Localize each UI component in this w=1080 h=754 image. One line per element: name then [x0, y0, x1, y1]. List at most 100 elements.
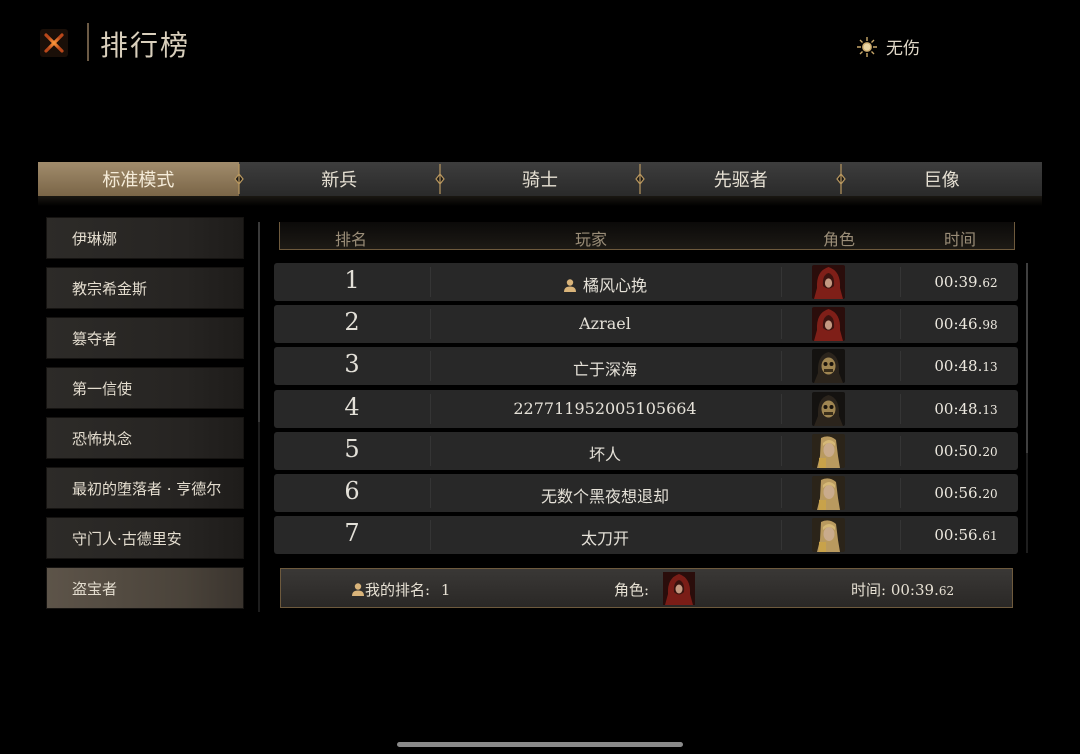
- time-ms: 20: [982, 444, 998, 459]
- tab-label: 先驱者: [713, 170, 768, 191]
- user-icon: [563, 279, 576, 292]
- my-role-label: 角色:: [614, 581, 650, 599]
- boss-list: 伊琳娜 教宗希金斯 篡夺者 第一信使 恐怖执念 最初的堕落者 · 亨德尔 守门人…: [46, 217, 244, 617]
- table-scrollbar-thumb[interactable]: [1026, 263, 1028, 453]
- tab-separator-ornament: [234, 164, 244, 194]
- time-cell: 00:48.13: [904, 400, 1028, 418]
- boss-item-first-fallen-handel[interactable]: 最初的堕落者 · 亨德尔: [46, 467, 244, 509]
- header-role: 角色: [823, 230, 856, 249]
- rank-number: 5: [344, 434, 360, 463]
- boss-item-pope-higgins[interactable]: 教宗希金斯: [46, 267, 244, 309]
- player-name: 坏人: [588, 444, 621, 464]
- column-divider: [900, 520, 901, 551]
- boss-item-label: 最初的堕落者 · 亨德尔: [72, 479, 222, 498]
- time-cell: 00:50.20: [904, 442, 1028, 460]
- player-name-cell: 亡于深海: [430, 356, 780, 380]
- blonde-portrait-icon: [812, 475, 845, 510]
- column-divider: [781, 393, 782, 424]
- boss-item-irina[interactable]: 伊琳娜: [46, 217, 244, 259]
- close-button[interactable]: [37, 26, 71, 60]
- tab-label: 巨像: [923, 170, 960, 191]
- column-divider: [900, 267, 901, 297]
- my-rank-bar: 我的排名: 1 角色: 时间: 00:39.62: [280, 568, 1013, 608]
- sidebar-scrollbar-thumb[interactable]: [258, 222, 260, 422]
- tab-label: 骑士: [521, 170, 558, 191]
- column-divider: [900, 477, 901, 508]
- my-time-main: 00:39.: [890, 581, 939, 599]
- time-main: 00:39.: [934, 273, 983, 291]
- column-divider: [781, 435, 782, 466]
- column-divider: [900, 351, 901, 382]
- page-title: 排行榜: [100, 29, 191, 62]
- rank-number: 7: [344, 519, 360, 548]
- time-cell: 00:56.20: [904, 484, 1028, 502]
- close-icon: [40, 29, 68, 57]
- mode-label: 无伤: [886, 39, 920, 59]
- tab-recruit[interactable]: 新兵: [239, 162, 445, 196]
- leaderboard-rows: 1 橘风心挽 00:39.62 2 Azrael 00:46.98 3 亡于深海 00:48.1…: [274, 263, 1018, 558]
- boss-item-gatekeeper-guderian[interactable]: 守门人·古德里安: [46, 517, 244, 559]
- time-main: 00:50.: [934, 441, 983, 460]
- tab-standard[interactable]: 标准模式: [38, 162, 244, 196]
- leaderboard-row[interactable]: 3 亡于深海 00:48.13: [274, 347, 1018, 386]
- player-name: 太刀开: [580, 529, 629, 549]
- leaderboard-row[interactable]: 5 坏人 00:50.20: [274, 431, 1018, 470]
- tab-separator-ornament: [434, 164, 445, 194]
- home-indicator[interactable]: [397, 742, 683, 747]
- time-main: 00:56.: [934, 526, 983, 545]
- tab-pioneer[interactable]: 先驱者: [640, 162, 846, 196]
- mode-toggle[interactable]: 无伤: [856, 34, 920, 59]
- time-main: 00:56.: [934, 483, 983, 502]
- red-hood-portrait-icon: [812, 307, 845, 342]
- skull-portrait-icon: [812, 391, 845, 426]
- column-divider: [781, 267, 782, 297]
- leaderboard-row[interactable]: 7 太刀开 00:56.61: [274, 516, 1018, 555]
- player-name: 橘风心挽: [582, 276, 647, 295]
- player-name-cell: 无数个黑夜想退却: [430, 483, 780, 507]
- my-time-label: 时间:: [851, 581, 887, 599]
- rank-number: 3: [344, 350, 360, 379]
- player-name-cell: 橘风心挽: [430, 272, 780, 296]
- boss-item-label: 守门人·古德里安: [72, 529, 182, 548]
- time-ms: 20: [982, 486, 998, 501]
- my-time-group: 时间: 00:39.62: [851, 579, 954, 600]
- header-rank: 排名: [335, 230, 368, 249]
- boss-item-usurper[interactable]: 篡夺者: [46, 317, 244, 359]
- boss-item-label: 伊琳娜: [72, 229, 118, 248]
- blonde-portrait-icon: [812, 518, 845, 553]
- boss-item-label: 恐怖执念: [72, 429, 133, 448]
- time-ms: 61: [982, 529, 998, 544]
- rank-number: 1: [344, 266, 360, 294]
- leaderboard-row[interactable]: 6 无数个黑夜想退却 00:56.20: [274, 473, 1018, 512]
- boss-item-label: 盗宝者: [72, 579, 118, 598]
- user-icon: [352, 583, 364, 596]
- time-ms: 13: [982, 360, 998, 375]
- time-main: 00:46.: [934, 315, 983, 334]
- rank-number: 4: [344, 392, 360, 421]
- boss-item-terror-obsession[interactable]: 恐怖执念: [46, 417, 244, 459]
- column-divider: [781, 477, 782, 508]
- boss-item-label: 教宗希金斯: [72, 279, 148, 298]
- leaderboard-header: 排名 玩家 角色 时间: [279, 222, 1015, 250]
- player-name-cell: 太刀开: [430, 525, 780, 549]
- my-rank-label-group: 我的排名: 1: [351, 579, 450, 600]
- tab-knight[interactable]: 骑士: [440, 162, 646, 196]
- tab-separator-ornament: [836, 164, 846, 194]
- boss-item-first-messenger[interactable]: 第一信使: [46, 367, 244, 409]
- player-name-cell: Azrael: [430, 314, 780, 333]
- my-rank-label: 我的排名:: [365, 581, 431, 599]
- tab-label: 标准模式: [102, 170, 175, 191]
- red-hood-portrait-icon: [812, 265, 845, 299]
- player-name: 227711952005105664: [513, 398, 697, 418]
- rank-number: 6: [344, 476, 360, 505]
- leaderboard-row[interactable]: 1 橘风心挽 00:39.62: [274, 263, 1018, 301]
- column-divider: [900, 393, 901, 424]
- tab-label: 新兵: [321, 170, 358, 191]
- time-ms: 98: [982, 318, 998, 333]
- boss-item-label: 篡夺者: [72, 329, 118, 348]
- boss-item-treasure-thief[interactable]: 盗宝者: [46, 567, 244, 609]
- leaderboard-row[interactable]: 2 Azrael 00:46.98: [274, 305, 1018, 344]
- column-divider: [781, 309, 782, 340]
- tab-colossus[interactable]: 巨像: [841, 162, 1042, 196]
- leaderboard-row[interactable]: 4 227711952005105664 00:48.13: [274, 389, 1018, 428]
